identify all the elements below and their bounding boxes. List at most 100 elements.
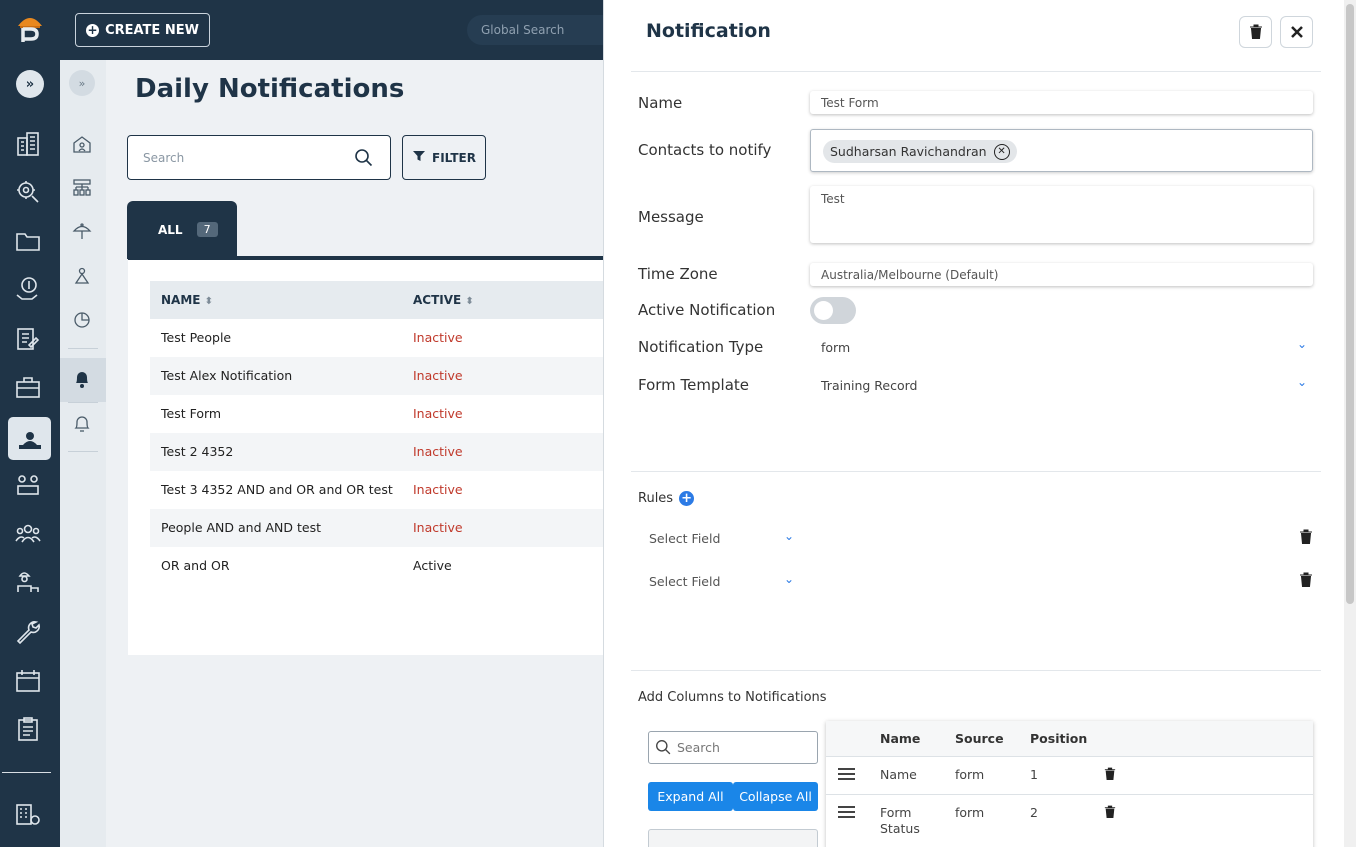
clipboard-icon[interactable] — [14, 715, 46, 747]
remove-contact-icon[interactable]: ✕ — [993, 143, 1010, 160]
worker-icon[interactable] — [14, 568, 46, 600]
search-icon[interactable] — [354, 148, 374, 171]
calendar-icon[interactable] — [14, 667, 46, 699]
drag-handle-icon[interactable] — [838, 806, 855, 818]
column-position: 2 — [1030, 805, 1038, 820]
tab-all[interactable]: ALL 7 — [127, 201, 237, 259]
table-row[interactable]: Test Alex Notification Inactive — [150, 357, 606, 395]
add-rule-icon[interactable]: + — [679, 491, 695, 506]
person-lift-icon[interactable] — [72, 266, 94, 288]
subnav-divider — [68, 348, 98, 349]
table-row[interactable]: Test 2 4352 Inactive — [150, 433, 606, 471]
pie-chart-icon[interactable] — [72, 310, 94, 332]
rule-field-select[interactable]: Select Field ⌄ — [638, 568, 798, 594]
delete-notification-button[interactable] — [1239, 16, 1272, 48]
row-status: Inactive — [413, 520, 463, 535]
chevron-down-icon: ⌄ — [783, 529, 794, 543]
table-row[interactable]: Test 3 4352 AND and OR and OR test Inacti… — [150, 471, 606, 509]
search-input[interactable]: Search — [127, 135, 391, 180]
bell-person-icon[interactable] — [72, 369, 94, 391]
table-row[interactable]: OR and OR Active — [150, 547, 606, 585]
global-search-input[interactable]: Global Search — [467, 15, 617, 45]
table-row[interactable]: People AND and AND test Inactive — [150, 509, 606, 547]
delete-rule-icon[interactable] — [1299, 529, 1315, 545]
filter-label: FILTER — [432, 150, 476, 165]
contacts-field[interactable]: Sudharsan Ravichandran ✕ — [810, 129, 1313, 172]
panel-title: Notification — [646, 20, 771, 42]
buildings-icon[interactable] — [14, 130, 46, 162]
search-placeholder: Search — [143, 151, 185, 165]
columns-search-placeholder: Search — [677, 740, 720, 755]
org-chart-icon[interactable] — [72, 178, 94, 200]
row-name: People AND and AND test — [161, 520, 321, 535]
scrollbar-thumb[interactable] — [1346, 4, 1354, 604]
delete-rule-icon[interactable] — [1299, 572, 1315, 588]
columns-table-header: Name Source Position — [826, 721, 1313, 757]
create-new-button[interactable]: + CREATE NEW — [75, 13, 210, 47]
notification-type-select[interactable]: form ⌄ — [810, 334, 1313, 360]
filter-icon — [412, 149, 426, 166]
money-hand-icon[interactable] — [14, 275, 46, 307]
plus-circle-icon: + — [86, 22, 100, 37]
column-source: form — [955, 805, 985, 820]
tab-count-badge: 7 — [196, 222, 218, 237]
notifications-table: NAME ⬍ ACTIVE ⬍ Test People Inactive Test… — [128, 256, 606, 655]
delete-column-icon[interactable] — [1104, 767, 1116, 784]
columns-tree-item[interactable] — [648, 829, 818, 847]
documents-icon[interactable] — [14, 325, 46, 357]
active-toggle[interactable] — [810, 297, 856, 324]
table-row[interactable]: Test People Inactive — [150, 319, 606, 357]
umbrella-person-icon[interactable] — [72, 222, 94, 244]
divider — [631, 71, 1321, 72]
main-content: Daily Notifications Search FILTER ALL 7 … — [106, 60, 606, 847]
gear-person-icon[interactable] — [14, 178, 46, 210]
column-source: form — [955, 767, 985, 782]
form-template-select[interactable]: Training Record ⌄ — [810, 372, 1313, 398]
people-network-icon[interactable] — [14, 470, 46, 502]
column-position: 1 — [1030, 767, 1038, 782]
secondary-sidebar: » — [60, 60, 106, 847]
search-icon — [655, 739, 672, 759]
contacts-label: Contacts to notify — [638, 141, 772, 159]
row-status: Inactive — [413, 406, 463, 421]
chevron-down-icon: ⌄ — [1296, 337, 1307, 351]
delete-column-icon[interactable] — [1104, 805, 1116, 822]
name-field[interactable]: Test Form — [810, 91, 1313, 114]
house-user-icon[interactable] — [72, 134, 94, 156]
collapse-all-button[interactable]: Collapse All — [733, 782, 818, 811]
folder-icon[interactable] — [14, 227, 46, 259]
active-label: Active Notification — [638, 301, 776, 319]
person-board-icon[interactable] — [8, 417, 51, 460]
wrench-icon[interactable] — [14, 618, 46, 650]
rule-field-select[interactable]: Select Field ⌄ — [638, 525, 798, 551]
column-header-active[interactable]: ACTIVE ⬍ — [413, 293, 474, 307]
drag-handle-icon[interactable] — [838, 768, 855, 780]
row-name: OR and OR — [161, 558, 230, 573]
header-source: Source — [955, 731, 1004, 746]
template-label: Form Template — [638, 376, 749, 394]
columns-search-input[interactable]: Search — [648, 731, 818, 764]
table-row[interactable]: Test Form Inactive — [150, 395, 606, 433]
row-status: Active — [413, 558, 452, 573]
timezone-label: Time Zone — [638, 265, 718, 283]
team-icon[interactable] — [14, 520, 46, 552]
trash-icon — [1249, 24, 1262, 39]
briefcase-icon[interactable] — [14, 373, 46, 405]
expand-rail-button[interactable]: » — [16, 70, 44, 98]
toggle-knob — [814, 301, 833, 320]
filter-button[interactable]: FILTER — [402, 135, 486, 180]
expand-subnav-button[interactable]: » — [69, 70, 95, 96]
app-logo[interactable] — [14, 12, 46, 46]
message-field[interactable]: Test — [810, 186, 1313, 243]
close-panel-button[interactable] — [1280, 16, 1313, 48]
rules-section: Rules + — [638, 491, 695, 506]
column-header-name[interactable]: NAME ⬍ — [161, 293, 213, 307]
bell-icon[interactable] — [72, 414, 94, 436]
header-position: Position — [1030, 731, 1088, 746]
panel-scrollbar[interactable] — [1344, 0, 1356, 847]
building-settings-icon[interactable] — [14, 800, 46, 832]
timezone-field[interactable]: Australia/Melbourne (Default) — [810, 263, 1313, 286]
main-icon-rail: » — [0, 60, 60, 847]
notification-panel: Notification Name Test Form Contacts to … — [603, 0, 1344, 847]
expand-all-button[interactable]: Expand All — [648, 782, 733, 811]
